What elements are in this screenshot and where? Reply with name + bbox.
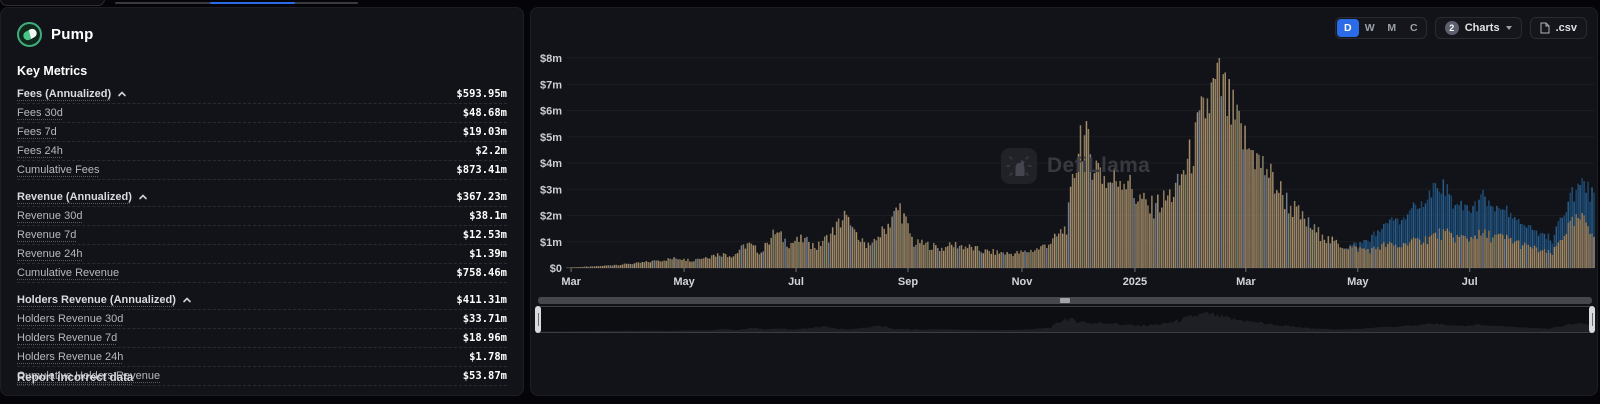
- metric-value: $758.46m: [456, 267, 507, 279]
- metric-value: $593.95m: [456, 88, 507, 100]
- metric-label[interactable]: Holders Revenue (Annualized): [17, 294, 192, 306]
- metric-label[interactable]: Fees 24h: [17, 145, 63, 157]
- metric-value: $38.1m: [469, 210, 507, 222]
- svg-text:Sep: Sep: [898, 276, 918, 288]
- zoom-scrollbar-thumb[interactable]: [1060, 298, 1070, 303]
- svg-text:$3m: $3m: [540, 184, 562, 196]
- metric-row[interactable]: Revenue 30d $38.1m: [17, 207, 507, 226]
- metric-value: $1.78m: [469, 351, 507, 363]
- key-metrics-title: Key Metrics: [17, 64, 507, 78]
- metric-row[interactable]: Cumulative Revenue $758.46m: [17, 264, 507, 283]
- metric-value: $12.53m: [463, 229, 507, 241]
- metric-label[interactable]: Fees (Annualized): [17, 88, 127, 100]
- metric-row[interactable]: Fees 24h $2.2m: [17, 142, 507, 161]
- metric-row[interactable]: Revenue 7d $12.53m: [17, 226, 507, 245]
- metric-label[interactable]: Revenue (Annualized): [17, 191, 148, 203]
- svg-text:$6m: $6m: [540, 106, 562, 118]
- pump-logo-icon: [17, 22, 42, 47]
- metric-row[interactable]: Fees 7d $19.03m: [17, 123, 507, 142]
- charts-dropdown-button[interactable]: 2 Charts: [1435, 17, 1522, 39]
- metric-value: $411.31m: [456, 294, 507, 306]
- charts-dropdown-label: Charts: [1465, 22, 1500, 34]
- svg-text:May: May: [673, 276, 695, 288]
- metric-label[interactable]: Holders Revenue 7d: [17, 332, 117, 344]
- metric-row[interactable]: Holders Revenue 30d $33.71m: [17, 310, 507, 329]
- chevron-up-icon: [138, 193, 148, 201]
- interval-button-d[interactable]: D: [1337, 19, 1359, 37]
- svg-text:$8m: $8m: [540, 53, 562, 65]
- active-tab-stub[interactable]: [0, 0, 105, 6]
- key-metrics-panel: Pump Key Metrics Fees (Annualized) $593.9…: [0, 7, 524, 396]
- svg-text:Nov: Nov: [1012, 276, 1034, 288]
- metric-label[interactable]: Revenue 7d: [17, 229, 76, 241]
- csv-button-label: .csv: [1556, 22, 1577, 34]
- svg-text:$2m: $2m: [540, 211, 562, 223]
- metric-row[interactable]: Fees 30d $48.68m: [17, 104, 507, 123]
- metric-group: Fees (Annualized) $593.95m Fees 30d $48.68m…: [17, 85, 507, 180]
- interval-button-m[interactable]: M: [1381, 19, 1403, 37]
- metric-value: $19.03m: [463, 126, 507, 138]
- metric-header-row[interactable]: Revenue (Annualized) $367.23m: [17, 188, 507, 207]
- svg-text:Mar: Mar: [561, 276, 581, 288]
- svg-text:2025: 2025: [1123, 276, 1147, 288]
- svg-text:Jul: Jul: [1462, 276, 1478, 288]
- file-icon: [1540, 22, 1550, 34]
- interval-button-c[interactable]: C: [1403, 19, 1425, 37]
- metric-value: $873.41m: [456, 164, 507, 176]
- metric-value: $18.96m: [463, 332, 507, 344]
- interval-selector: DWMC: [1335, 17, 1427, 39]
- metric-value: $48.68m: [463, 107, 507, 119]
- metric-label[interactable]: Revenue 24h: [17, 248, 82, 260]
- metric-value: $367.23m: [456, 191, 507, 203]
- metric-label[interactable]: Revenue 30d: [17, 210, 82, 222]
- tabbar-scroll-track: [115, 2, 358, 4]
- brush-handle-right[interactable]: [1589, 306, 1595, 333]
- chart-panel: DWMC 2 Charts .csv $0$1m$2m$3m$4m$5m$6m$…: [530, 7, 1598, 396]
- chart-zoom-scrollbar[interactable]: [538, 297, 1592, 304]
- chevron-up-icon: [182, 296, 192, 304]
- svg-text:Jul: Jul: [788, 276, 804, 288]
- brush-minichart: [538, 307, 1592, 332]
- charts-count-badge: 2: [1445, 21, 1459, 35]
- tabbar-scroll-thumb[interactable]: [210, 2, 295, 4]
- chart-controls: DWMC 2 Charts .csv: [1335, 17, 1587, 39]
- metric-label[interactable]: Holders Revenue 30d: [17, 313, 123, 325]
- metric-value: $33.71m: [463, 313, 507, 325]
- chevron-up-icon: [117, 90, 127, 98]
- report-incorrect-data-link[interactable]: Report incorrect data: [17, 372, 133, 384]
- svg-text:Mar: Mar: [1236, 276, 1256, 288]
- metric-row[interactable]: Cumulative Fees $873.41m: [17, 161, 507, 180]
- metric-value: $2.2m: [475, 145, 507, 157]
- svg-text:$7m: $7m: [540, 79, 562, 91]
- metric-value: $1.39m: [469, 248, 507, 260]
- svg-text:$4m: $4m: [540, 158, 562, 170]
- csv-download-button[interactable]: .csv: [1530, 17, 1587, 39]
- metric-label[interactable]: Cumulative Fees: [17, 164, 100, 176]
- brush-handle-left[interactable]: [535, 306, 541, 333]
- metric-row[interactable]: Holders Revenue 7d $18.96m: [17, 329, 507, 348]
- svg-text:$5m: $5m: [540, 132, 562, 144]
- svg-text:$1m: $1m: [540, 237, 562, 249]
- metric-label[interactable]: Fees 7d: [17, 126, 57, 138]
- chevron-down-icon: [1506, 26, 1512, 30]
- metric-row[interactable]: Holders Revenue 24h $1.78m: [17, 348, 507, 367]
- svg-text:May: May: [1347, 276, 1369, 288]
- metric-label[interactable]: Cumulative Revenue: [17, 267, 119, 279]
- interval-button-w[interactable]: W: [1359, 19, 1381, 37]
- metric-label[interactable]: Fees 30d: [17, 107, 63, 119]
- protocol-header: Pump: [17, 22, 507, 47]
- metric-header-row[interactable]: Fees (Annualized) $593.95m: [17, 85, 507, 104]
- fees-bar-chart[interactable]: $0 $1m $2m $3m $4m $5m $6m $7m $8m Mar May Jul Sep No…: [531, 8, 1597, 293]
- metric-label[interactable]: Holders Revenue 24h: [17, 351, 123, 363]
- metric-groups: Fees (Annualized) $593.95m Fees 30d $48.68m…: [17, 85, 507, 386]
- metric-group: Revenue (Annualized) $367.23m Revenue 30d $…: [17, 188, 507, 283]
- metric-row[interactable]: Revenue 24h $1.39m: [17, 245, 507, 264]
- timeline-brush[interactable]: [538, 306, 1592, 333]
- metric-header-row[interactable]: Holders Revenue (Annualized) $411.31m: [17, 291, 507, 310]
- protocol-name: Pump: [51, 26, 93, 43]
- metric-value: $53.87m: [463, 370, 507, 382]
- svg-text:$0: $0: [550, 263, 562, 275]
